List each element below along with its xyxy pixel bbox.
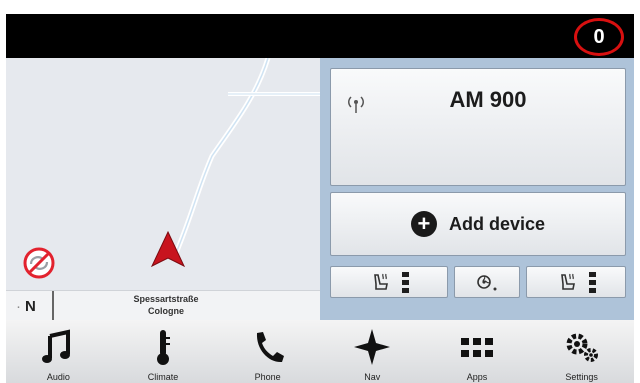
media-tile[interactable]: AM 900 [330, 68, 626, 186]
nav-label-apps: Apps [466, 372, 488, 382]
map-info-bar: · N Spessartstraße Cologne [6, 290, 320, 320]
map-view[interactable]: · N Spessartstraße Cologne [6, 58, 320, 320]
street-name: Spessartstraße [133, 294, 199, 304]
nav-item-audio[interactable]: Audio [13, 320, 103, 383]
nav-label-settings: Settings [565, 372, 598, 382]
status-bar: 0 [6, 14, 634, 58]
navigation-arrow-icon [150, 230, 186, 268]
music-note-icon [42, 329, 71, 363]
nav-item-phone[interactable]: Phone [223, 320, 313, 383]
bottom-nav-bar: Audio Climate Phone Nav Apps Settings [6, 320, 634, 383]
right-seat-level-bars [588, 271, 596, 293]
nav-item-nav[interactable]: Nav [327, 320, 417, 383]
map-roads [173, 58, 320, 254]
apps-grid-icon [460, 338, 493, 357]
compass-heading-label: N [25, 297, 36, 315]
right-panel: AM 900 + Add device [320, 58, 634, 320]
nav-item-settings[interactable]: Settings [537, 320, 627, 383]
no-sync-icon[interactable] [22, 246, 56, 280]
compass-dot: · [16, 297, 21, 315]
phone-icon [256, 332, 284, 363]
nav-item-apps[interactable]: Apps [432, 320, 522, 383]
left-heated-seat-button[interactable] [330, 266, 448, 298]
city-name: Cologne [148, 306, 184, 316]
infotainment-screen: 0 · N Spessartstraße Cologne AM 900 + Ad… [0, 0, 640, 383]
plus-circle-icon: + [410, 211, 437, 237]
right-heated-seat-button[interactable] [526, 266, 626, 298]
left-seat-level-bars [401, 271, 409, 293]
compass-heading[interactable]: · N [6, 291, 54, 320]
nav-label-audio: Audio [46, 372, 70, 382]
heated-seat-icon [560, 273, 575, 290]
nav-label-climate: Climate [147, 372, 179, 382]
heated-seat-icon [373, 273, 388, 290]
current-street: Spessartstraße Cologne [76, 293, 256, 317]
nav-label-nav: Nav [364, 372, 381, 382]
add-device-button[interactable]: + Add device [330, 192, 626, 256]
status-indicator[interactable]: 0 [574, 18, 624, 56]
add-device-label: Add device [448, 213, 546, 234]
station-name: AM 900 [449, 87, 527, 112]
fan-settings-button[interactable] [454, 266, 520, 298]
compass-star-icon [354, 329, 391, 365]
fan-settings-icon [477, 275, 497, 291]
gears-icon [566, 333, 598, 362]
thermometer-icon [156, 330, 170, 365]
nav-item-climate[interactable]: Climate [118, 320, 208, 383]
status-indicator-value: 0 [593, 25, 605, 48]
nav-label-phone: Phone [254, 372, 281, 382]
